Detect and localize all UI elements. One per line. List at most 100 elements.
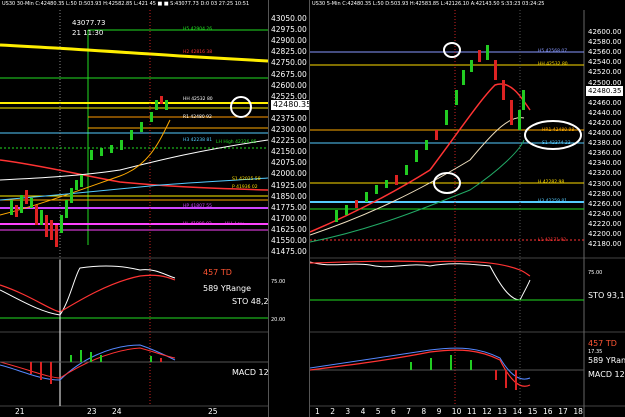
- right-time-label: 6: [391, 407, 396, 416]
- left-td-label: 457 TD: [203, 268, 232, 277]
- middle-axis-tick: 42900.00: [271, 36, 307, 46]
- level-label-h2: H2 42816 38: [183, 50, 213, 55]
- middle-axis-tick: 41775.00: [271, 202, 307, 212]
- left-yrange-label: 589 YRange: [203, 284, 252, 293]
- right-yrange-label: 589 YRange: [588, 356, 625, 365]
- left-macd-label: MACD 12,: [232, 368, 272, 377]
- right-axis-tick: 42280.00: [588, 189, 622, 198]
- level-label-lh-high: LH High 42326 85: [216, 140, 257, 145]
- right-level-s1: S1 42374 23: [542, 141, 571, 146]
- right-axis-tick: 42180.00: [588, 240, 622, 249]
- right-axis-tick: 42540.00: [588, 58, 622, 67]
- right-axis-tick: 42580.00: [588, 38, 622, 47]
- middle-axis-tick: 43050.00: [271, 14, 307, 23]
- middle-axis-tick: 42600.00: [271, 80, 307, 90]
- right-axis-tick: 42380.00: [588, 139, 622, 148]
- middle-axis-tick: 42750.00: [271, 58, 307, 68]
- middle-axis-tick: 42150.00: [271, 147, 307, 157]
- right-axis-tick: 42300.00: [588, 179, 622, 188]
- right-axis-tick: 42320.00: [588, 169, 622, 178]
- level-label-r1: R1 42480 92: [183, 115, 212, 120]
- left-date-21: 21: [15, 407, 25, 416]
- middle-osc-tick-75: 75.00: [271, 279, 286, 285]
- right-time-label: 17: [558, 407, 568, 416]
- left-date-24: 24: [112, 407, 122, 416]
- right-level-h: H 42282 98: [538, 180, 565, 185]
- right-time-label: 11: [467, 407, 477, 416]
- middle-current-price: 42480.35: [271, 100, 314, 110]
- right-chart-canvas: [310, 10, 625, 417]
- middle-axis-tick: 42675.00: [271, 69, 307, 79]
- left-annotation-circle: [230, 96, 252, 118]
- right-time-label: 1: [315, 407, 320, 416]
- middle-axis-tick: 41475.00: [271, 247, 307, 257]
- right-macd-tick: 17.35: [588, 349, 603, 355]
- middle-axis-tick: 41850.00: [271, 191, 307, 201]
- right-sto-label: STO 93,1: [588, 291, 625, 300]
- middle-price-axis[interactable]: 43050.00 42975.00 42900.00 42825.00 42750.00…: [268, 0, 314, 417]
- right-time-label: 16: [543, 407, 553, 416]
- right-osc-tick: 75.00: [588, 270, 603, 276]
- right-axis-tick: 42200.00: [588, 230, 622, 238]
- right-axis-tick: 42220.00: [588, 219, 622, 228]
- level-label-hl: HL 41808 02: [183, 222, 212, 227]
- crosshair-price: 43077.73: [72, 19, 106, 27]
- right-level-l1: L1 42171 92: [538, 238, 567, 243]
- crosshair-time: 21 11:30: [72, 29, 104, 37]
- right-level-h5: H5 42568 07: [538, 49, 568, 54]
- middle-osc-tick-20: 20.00: [271, 317, 286, 323]
- middle-axis-tick: 42300.00: [271, 125, 307, 134]
- right-time-label: 10: [451, 407, 462, 416]
- middle-axis-tick: 42825.00: [271, 47, 307, 57]
- left-sto-label: STO 48,2: [232, 297, 269, 306]
- right-time-label: 3: [345, 407, 351, 416]
- right-chart-pane[interactable]: US30 5-Min C:42480.35 L:50 D:503.93 H:42…: [309, 0, 625, 417]
- middle-axis-tick: 42375.00: [271, 113, 307, 123]
- left-date-23: 23: [87, 407, 97, 416]
- right-td-label: 457 TD: [588, 339, 617, 348]
- middle-axis-tick: 41700.00: [271, 213, 307, 223]
- right-axis-tick: 42440.00: [588, 108, 622, 117]
- right-axis-tick: 42400.00: [588, 129, 622, 137]
- level-label-hh: HH 42532 80: [183, 97, 213, 102]
- right-axis-tick: 42420.00: [588, 118, 622, 127]
- right-time-label: 5: [375, 407, 381, 416]
- right-axis-tick: 42240.00: [588, 209, 622, 218]
- left-date-25: 25: [208, 407, 218, 416]
- right-level-hr1: HR1 42480 98: [542, 128, 575, 133]
- left-chart-pane[interactable]: US30 30-Min C:42480.35 L:50 D:503.93 H:4…: [0, 0, 272, 417]
- right-time-label: 18: [573, 407, 583, 416]
- middle-axis-tick: 42075.00: [271, 158, 307, 168]
- right-time-label: 14: [512, 407, 523, 416]
- right-time-label: 12: [482, 407, 492, 416]
- level-label-hp: HP 41807 55: [183, 204, 212, 209]
- right-level-hh: HH 42532 80: [538, 62, 568, 67]
- level-label-h5: H5 42904 26: [183, 27, 213, 32]
- right-time-label: 4: [360, 407, 366, 416]
- right-time-label: 8: [421, 407, 427, 416]
- left-chart-canvas: [0, 10, 268, 407]
- right-time-label: 2: [330, 407, 335, 416]
- right-time-label: 7: [406, 407, 411, 416]
- middle-axis-tick: 42000.00: [271, 169, 307, 179]
- right-axis-tick: 42600.00: [588, 28, 622, 36]
- right-time-label: 13: [497, 407, 507, 416]
- level-label-h3: H3 42238 81: [183, 138, 213, 143]
- right-current-price: 42480.35: [586, 86, 624, 96]
- right-axis-tick: 42360.00: [588, 149, 622, 158]
- middle-axis-tick: 41925.00: [271, 180, 307, 190]
- right-time-label: 9: [436, 407, 442, 416]
- right-axis-tick: 42260.00: [588, 199, 622, 208]
- level-label-p: P 41936 02: [232, 185, 258, 190]
- middle-axis-tick: 42225.00: [271, 136, 307, 146]
- right-axis-tick: 42560.00: [588, 48, 622, 57]
- middle-axis-tick: 42975.00: [271, 25, 307, 35]
- middle-axis-tick: 41625.00: [271, 224, 307, 234]
- right-level-h3: H3 42259 81: [538, 199, 568, 204]
- right-axis-tick: 42460.00: [588, 98, 622, 107]
- level-label-hll: HLL Low: [225, 222, 244, 227]
- level-label-s1: S1 42025 58: [232, 177, 261, 182]
- middle-axis-tick: 41550.00: [271, 236, 307, 245]
- right-macd-label: MACD 12,: [588, 370, 625, 379]
- right-axis-tick: 42340.00: [588, 159, 622, 168]
